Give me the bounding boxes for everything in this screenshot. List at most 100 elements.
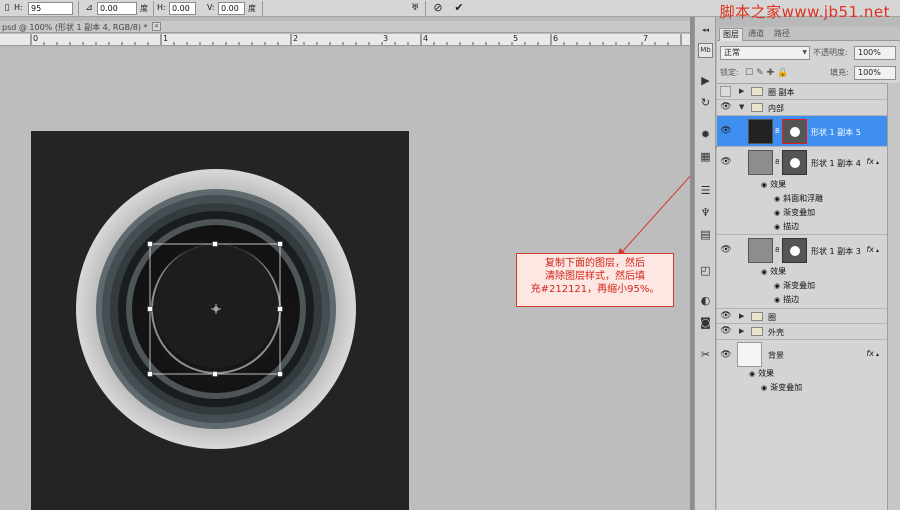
chevron-down-icon: ▼ <box>802 49 807 56</box>
eye-icon[interactable]: 👁 <box>720 101 732 113</box>
annotation-line: 复制下面的图层，然后 <box>545 258 645 269</box>
effect-item[interactable]: ◉ 描边 <box>774 294 799 305</box>
eye-icon[interactable]: 👁 <box>720 325 732 337</box>
play-icon[interactable]: ▶ <box>698 73 713 88</box>
tab-layers[interactable]: 图层 <box>719 28 743 41</box>
masks-icon[interactable]: ▤ <box>698 227 713 242</box>
channels-icon[interactable]: ◐ <box>698 293 713 308</box>
link-icon: 8 <box>775 158 780 166</box>
eye-icon[interactable]: ◉ <box>774 282 780 290</box>
eye-icon[interactable]: 👁 <box>720 125 732 137</box>
layer-thumbnail <box>748 119 773 144</box>
layer-name: 圈 <box>768 313 776 322</box>
lock-icons[interactable]: ☐✎✚🔒 <box>745 68 791 78</box>
styles-icon[interactable]: ♆ <box>698 205 713 220</box>
eye-icon[interactable]: 👁 <box>720 244 732 256</box>
expand-triangle-icon[interactable]: ▶ <box>739 87 744 95</box>
folder-icon <box>751 87 763 96</box>
visibility-toggle[interactable] <box>720 86 731 97</box>
eye-icon[interactable]: 👁 <box>720 349 732 361</box>
opacity-value: 100% <box>858 48 881 57</box>
eye-icon[interactable]: ◉ <box>761 384 767 392</box>
layer-thumbnail <box>748 150 773 175</box>
layer-row-circle-copy[interactable]: ▶ 圈 副本 <box>717 84 887 100</box>
effect-name: 斜面和浮雕 <box>783 194 824 203</box>
layer-row-background[interactable]: 👁 背景 fx ▴ <box>717 340 887 369</box>
history-icon[interactable]: ↻ <box>698 95 713 110</box>
eye-icon[interactable]: 👁 <box>720 156 732 168</box>
fill-input[interactable]: 100% <box>854 66 896 80</box>
eye-icon[interactable]: ◉ <box>761 181 767 189</box>
blend-mode-value: 正常 <box>724 48 740 57</box>
annotation-note: 复制下面的图层，然后 清除图层样式，然后填 充#212121，再缩小95%。 <box>516 253 674 307</box>
layer-row-shell[interactable]: 👁 ▶ 外壳 <box>717 324 887 340</box>
effects-fx-icon[interactable]: fx ▴ <box>866 349 879 358</box>
eye-icon[interactable]: ◉ <box>761 268 767 276</box>
layer-row-shape-copy-3[interactable]: 👁 8 形状 1 副本 3 fx ▴ <box>717 234 887 265</box>
tab-channels[interactable]: 通道 <box>745 28 767 41</box>
effects-fx-icon[interactable]: fx ▴ <box>866 157 879 166</box>
effect-item[interactable]: ◉ 渐变叠加 <box>774 280 815 291</box>
effect-item[interactable]: ◉ 描边 <box>774 221 799 232</box>
collapse-triangle-icon[interactable]: ▼ <box>739 103 744 111</box>
eye-icon[interactable]: ◉ <box>774 223 780 231</box>
layer-row-circle[interactable]: 👁 ▶ 圈 <box>717 308 887 324</box>
expand-triangle-icon[interactable]: ▶ <box>739 327 744 335</box>
effect-item[interactable]: ◉ 渐变叠加 <box>774 207 815 218</box>
tools-icon[interactable]: ✂ <box>698 347 713 362</box>
layer-row-shape-copy-4[interactable]: 👁 8 形状 1 副本 4 fx ▴ <box>717 147 887 178</box>
folder-icon <box>751 327 763 336</box>
effects-title: 效果 <box>758 369 775 378</box>
link-icon: 8 <box>775 127 780 135</box>
collapse-icon[interactable]: ◂◂ <box>698 23 713 38</box>
effects-title: 效果 <box>770 267 787 276</box>
layer-name: 形状 1 副本 3 <box>811 247 861 256</box>
effect-name: 描边 <box>783 222 800 231</box>
color-icon[interactable]: ✹ <box>698 127 713 142</box>
effect-name: 描边 <box>783 295 800 304</box>
annotation-line: 清除图层样式，然后填 <box>545 271 645 282</box>
layer-name: 圈 副本 <box>768 88 795 97</box>
layer-name: 内部 <box>768 104 784 113</box>
layer-name: 形状 1 副本 4 <box>811 159 861 168</box>
lock-label: 锁定: <box>720 68 739 77</box>
expand-triangle-icon[interactable]: ▶ <box>739 312 744 320</box>
folder-icon <box>751 312 763 321</box>
panel-icon-strip: ◂◂ Mb ▶ ↻ ✹ ▦ ☰ ♆ ▤ ◰ ◐ ◙ ✂ <box>694 17 716 510</box>
opacity-input[interactable]: 100% <box>854 46 896 60</box>
link-icon: 8 <box>775 246 780 254</box>
fill-value: 100% <box>858 68 881 77</box>
mini-bridge-icon[interactable]: Mb <box>698 43 713 58</box>
effect-item[interactable]: ◉ 斜面和浮雕 <box>774 193 823 204</box>
opacity-label: 不透明度: <box>813 48 848 57</box>
effects-header[interactable]: ◉ 效果 <box>761 266 786 277</box>
folder-icon <box>751 103 763 112</box>
eye-icon[interactable]: 👁 <box>720 310 732 322</box>
effects-header[interactable]: ◉ 效果 <box>761 179 786 190</box>
effect-name: 渐变叠加 <box>783 208 816 217</box>
layers-list: ▶ 圈 副本 👁 ▼ 内部 👁 8 形状 1 副本 5 👁 8 形状 1 副本 … <box>717 83 887 510</box>
blend-mode-select[interactable]: 正常 ▼ <box>720 46 810 60</box>
effect-item[interactable]: ◉ 渐变叠加 <box>761 382 802 393</box>
annotation-line: 充#212121，再缩小95%。 <box>530 284 660 295</box>
eye-icon[interactable]: ◉ <box>774 209 780 217</box>
adjustments-icon[interactable]: ☰ <box>698 183 713 198</box>
paths-icon[interactable]: ◙ <box>698 315 713 330</box>
swatches-icon[interactable]: ▦ <box>698 149 713 164</box>
layer-row-shape-copy-5[interactable]: 👁 8 形状 1 副本 5 <box>717 116 887 147</box>
effects-header[interactable]: ◉ 效果 <box>749 368 774 379</box>
layers-scrollbar[interactable] <box>887 83 900 510</box>
vector-mask-thumbnail <box>782 238 807 263</box>
layer-name: 形状 1 副本 5 <box>811 128 861 137</box>
effects-title: 效果 <box>770 180 787 189</box>
eye-icon[interactable]: ◉ <box>774 296 780 304</box>
layers-icon[interactable]: ◰ <box>698 263 713 278</box>
effect-name: 渐变叠加 <box>783 281 816 290</box>
vector-mask-thumbnail <box>782 119 807 144</box>
effects-fx-icon[interactable]: fx ▴ <box>866 245 879 254</box>
eye-icon[interactable]: ◉ <box>749 370 755 378</box>
eye-icon[interactable]: ◉ <box>774 195 780 203</box>
layer-row-inner-group[interactable]: 👁 ▼ 内部 <box>717 100 887 116</box>
tab-paths[interactable]: 路径 <box>771 28 793 41</box>
layer-thumbnail <box>737 342 762 367</box>
